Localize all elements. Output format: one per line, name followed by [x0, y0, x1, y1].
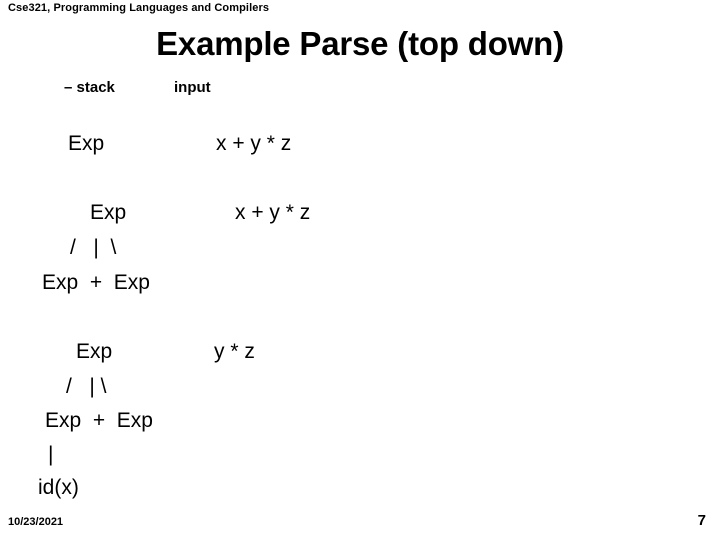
stage-1-input: x + y * z: [216, 132, 292, 155]
stage-3-input: y * z: [214, 340, 255, 363]
slide-header-course: Cse321, Programming Languages and Compil…: [8, 2, 270, 14]
slide-canvas: Cse321, Programming Languages and Compil…: [0, 0, 720, 540]
stage-3-children: Exp + Exp: [45, 409, 153, 432]
stage-2-branch-connectors: / | \: [70, 236, 117, 259]
stage-2-stack-root: Exp: [90, 201, 127, 224]
stage-2-children: Exp + Exp: [42, 271, 150, 294]
stage-3-leaf-connector: |: [48, 443, 54, 466]
legend-input-label: input: [174, 79, 211, 96]
footer-date: 10/23/2021: [8, 516, 64, 528]
footer-page-number: 7: [697, 512, 706, 529]
stage-3-leaf-token: id(x): [38, 476, 79, 499]
stage-3-branch-connectors: / | \: [66, 375, 107, 398]
stage-3-stack-root: Exp: [76, 340, 113, 363]
column-legend: – stack input: [0, 79, 720, 99]
stage-1-stack-root: Exp: [68, 132, 105, 155]
slide-title: Example Parse (top down): [156, 25, 564, 62]
stage-2-input: x + y * z: [235, 201, 311, 224]
legend-stack-label: – stack: [64, 79, 115, 96]
